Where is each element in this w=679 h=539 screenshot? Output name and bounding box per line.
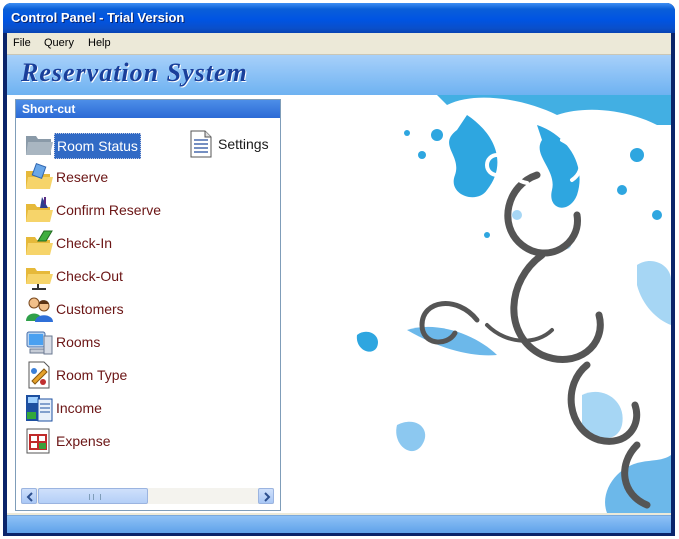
shortcut-label: Room Type bbox=[56, 367, 128, 383]
settings-document-icon bbox=[190, 130, 212, 158]
room-type-icon bbox=[28, 361, 50, 389]
main-content: Short-cut Room Status Settings Reserve C… bbox=[7, 95, 671, 513]
shortcut-label: Settings bbox=[218, 136, 269, 152]
title-bar[interactable]: Control Panel - Trial Version bbox=[3, 3, 675, 33]
confirm-reserve-folder-icon bbox=[26, 197, 53, 222]
decorative-swirl-artwork bbox=[356, 95, 671, 513]
control-panel-window: Control Panel - Trial Version File Query… bbox=[3, 3, 675, 536]
shortcut-panel-title: Short-cut bbox=[22, 102, 76, 116]
shortcut-income[interactable]: Income bbox=[24, 393, 184, 423]
shortcut-label: Customers bbox=[56, 301, 124, 317]
reserve-folder-icon bbox=[26, 163, 53, 189]
header-banner: Reservation System bbox=[7, 55, 671, 95]
app-title: Reservation System bbox=[21, 58, 248, 87]
shortcut-label: Expense bbox=[56, 433, 111, 449]
shortcut-label: Reserve bbox=[56, 169, 109, 185]
window-title: Control Panel - Trial Version bbox=[11, 10, 185, 25]
income-icon bbox=[26, 395, 53, 422]
scroll-right-button[interactable] bbox=[258, 488, 274, 504]
shortcut-label: Rooms bbox=[56, 334, 101, 350]
shortcut-rooms[interactable]: Rooms bbox=[24, 327, 184, 357]
window-client-area: File Query Help Reservation System Short… bbox=[7, 33, 671, 533]
horizontal-scrollbar[interactable] bbox=[21, 488, 274, 504]
customers-icon bbox=[26, 297, 53, 322]
shortcut-customers[interactable]: Customers bbox=[24, 294, 184, 324]
chevron-left-icon bbox=[26, 492, 33, 502]
menu-file[interactable]: File bbox=[13, 37, 31, 49]
scroll-thumb[interactable] bbox=[38, 488, 148, 504]
shortcut-settings[interactable]: Settings bbox=[186, 129, 278, 159]
shortcut-room-type[interactable]: Room Type bbox=[24, 360, 184, 390]
menu-bar: File Query Help bbox=[7, 33, 671, 55]
room-status-icon bbox=[26, 136, 53, 155]
expense-icon bbox=[26, 428, 50, 454]
shortcut-room-status[interactable]: Room Status bbox=[24, 129, 154, 159]
shortcut-expense[interactable]: Expense bbox=[24, 426, 184, 456]
menu-query[interactable]: Query bbox=[44, 37, 74, 49]
check-out-folder-icon bbox=[26, 268, 53, 290]
computer-icon bbox=[26, 331, 53, 355]
status-bar bbox=[7, 515, 671, 533]
shortcut-panel-header: Short-cut bbox=[16, 100, 280, 118]
shortcut-label: Check-In bbox=[56, 235, 113, 251]
shortcut-label: Check-Out bbox=[56, 268, 123, 284]
shortcut-reserve[interactable]: Reserve bbox=[24, 162, 184, 192]
shortcut-confirm-reserve[interactable]: Confirm Reserve bbox=[24, 195, 194, 225]
shortcut-check-in[interactable]: Check-In bbox=[24, 228, 184, 258]
chevron-right-icon bbox=[264, 492, 271, 502]
shortcut-label: Room Status bbox=[54, 133, 141, 159]
menu-help[interactable]: Help bbox=[88, 37, 111, 49]
scroll-grip-icon bbox=[89, 494, 101, 500]
shortcut-label: Income bbox=[56, 400, 102, 416]
shortcut-check-out[interactable]: Check-Out bbox=[24, 261, 184, 291]
check-in-folder-icon bbox=[26, 230, 53, 255]
shortcut-panel: Short-cut Room Status Settings Reserve C… bbox=[15, 99, 281, 511]
shortcut-label: Confirm Reserve bbox=[56, 202, 162, 218]
scroll-left-button[interactable] bbox=[21, 488, 37, 504]
